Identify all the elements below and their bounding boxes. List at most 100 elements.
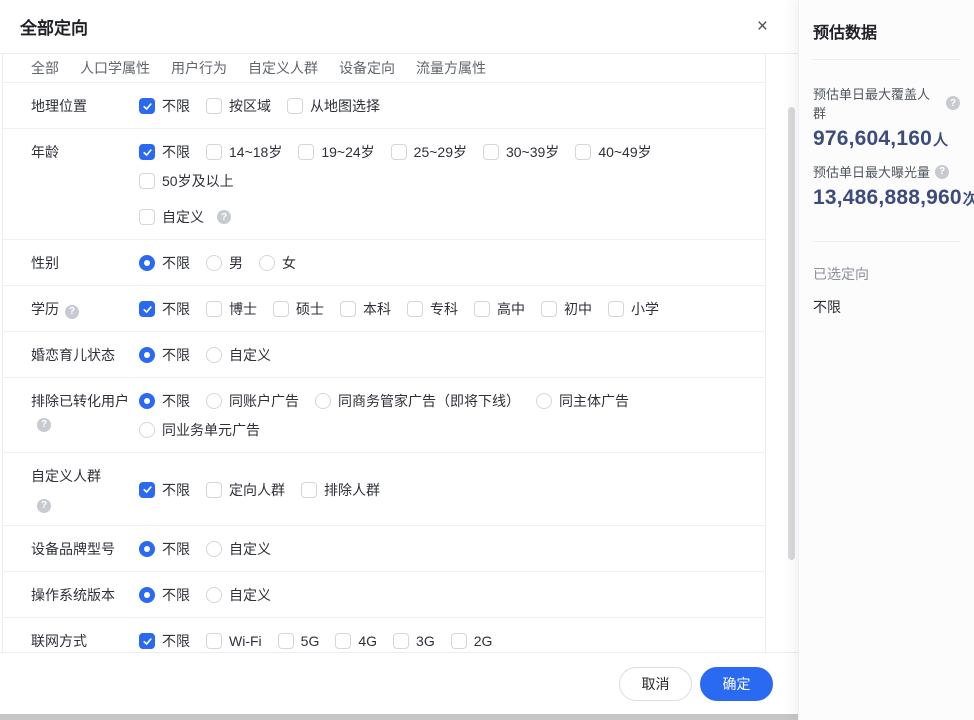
checkbox-icon[interactable] bbox=[139, 173, 155, 189]
gender-option[interactable]: 女 bbox=[259, 252, 296, 274]
radio-icon[interactable] bbox=[536, 393, 552, 409]
os-version-option[interactable]: 自定义 bbox=[206, 584, 271, 606]
geo-option[interactable]: 按区域 bbox=[206, 95, 271, 117]
education-option[interactable]: 硕士 bbox=[273, 298, 324, 320]
checkbox-icon[interactable] bbox=[335, 633, 351, 649]
education-option[interactable]: 不限 bbox=[139, 298, 190, 320]
network-option[interactable]: 3G bbox=[393, 630, 435, 652]
radio-checked-icon[interactable] bbox=[139, 587, 155, 603]
checkbox-checked-icon[interactable] bbox=[139, 301, 155, 317]
radio-icon[interactable] bbox=[206, 347, 222, 363]
exclude-converted-option[interactable]: 同业务单元广告 bbox=[139, 419, 260, 441]
tab-0[interactable]: 全部 bbox=[31, 58, 59, 78]
checkbox-icon[interactable] bbox=[298, 144, 314, 160]
age-option[interactable]: 25~29岁 bbox=[391, 141, 467, 163]
age-option[interactable]: 不限 bbox=[139, 141, 190, 163]
custom-audience-option[interactable]: 定向人群 bbox=[206, 479, 285, 501]
exclude-converted-option[interactable]: 同商务管家广告（即将下线） bbox=[315, 390, 520, 412]
checkbox-icon[interactable] bbox=[206, 98, 222, 114]
gender-option[interactable]: 男 bbox=[206, 252, 243, 274]
checkbox-checked-icon[interactable] bbox=[139, 482, 155, 498]
radio-icon[interactable] bbox=[206, 393, 222, 409]
help-icon[interactable]: ? bbox=[946, 96, 960, 110]
radio-checked-icon[interactable] bbox=[139, 255, 155, 271]
network-option[interactable]: 4G bbox=[335, 630, 377, 652]
checkbox-icon[interactable] bbox=[393, 633, 409, 649]
geo-option[interactable]: 从地图选择 bbox=[287, 95, 380, 117]
help-icon[interactable]: ? bbox=[37, 418, 51, 432]
education-option[interactable]: 专科 bbox=[407, 298, 458, 320]
help-icon[interactable]: ? bbox=[65, 305, 79, 319]
device-brand-option[interactable]: 不限 bbox=[139, 538, 190, 560]
network-option[interactable]: 5G bbox=[278, 630, 320, 652]
scrollbar-thumb[interactable] bbox=[788, 107, 795, 560]
radio-checked-icon[interactable] bbox=[139, 393, 155, 409]
age-option[interactable]: 40~49岁 bbox=[575, 141, 651, 163]
exclude-converted-option[interactable]: 同账户广告 bbox=[206, 390, 299, 412]
age-option[interactable]: 14~18岁 bbox=[206, 141, 282, 163]
radio-icon[interactable] bbox=[206, 255, 222, 271]
education-option[interactable]: 高中 bbox=[474, 298, 525, 320]
radio-icon[interactable] bbox=[259, 255, 275, 271]
checkbox-icon[interactable] bbox=[474, 301, 490, 317]
marital-option[interactable]: 自定义 bbox=[206, 344, 271, 366]
education-option[interactable]: 初中 bbox=[541, 298, 592, 320]
checkbox-icon[interactable] bbox=[278, 633, 294, 649]
close-icon[interactable]: × bbox=[751, 15, 774, 38]
tab-1[interactable]: 人口学属性 bbox=[80, 58, 150, 78]
marital-option[interactable]: 不限 bbox=[139, 344, 190, 366]
custom-audience-option[interactable]: 不限 bbox=[139, 479, 190, 501]
network-option[interactable]: 2G bbox=[451, 630, 493, 652]
education-option[interactable]: 小学 bbox=[608, 298, 659, 320]
education-option[interactable]: 本科 bbox=[340, 298, 391, 320]
help-icon[interactable]: ? bbox=[37, 499, 51, 513]
checkbox-icon[interactable] bbox=[206, 301, 222, 317]
radio-icon[interactable] bbox=[315, 393, 331, 409]
checkbox-icon[interactable] bbox=[273, 301, 289, 317]
age-option[interactable]: 19~24岁 bbox=[298, 141, 374, 163]
checkbox-icon[interactable] bbox=[206, 482, 222, 498]
help-icon[interactable]: ? bbox=[935, 165, 949, 179]
gender-option[interactable]: 不限 bbox=[139, 252, 190, 274]
checkbox-icon[interactable] bbox=[407, 301, 423, 317]
confirm-button[interactable]: 确定 bbox=[700, 667, 773, 701]
checkbox-icon[interactable] bbox=[287, 98, 303, 114]
checkbox-icon[interactable] bbox=[301, 482, 317, 498]
checkbox-icon[interactable] bbox=[206, 633, 222, 649]
checkbox-checked-icon[interactable] bbox=[139, 633, 155, 649]
checkbox-icon[interactable] bbox=[483, 144, 499, 160]
checkbox-icon[interactable] bbox=[541, 301, 557, 317]
geo-option[interactable]: 不限 bbox=[139, 95, 190, 117]
cancel-button[interactable]: 取消 bbox=[619, 667, 692, 701]
radio-icon[interactable] bbox=[206, 541, 222, 557]
age-option[interactable]: 30~39岁 bbox=[483, 141, 559, 163]
device-brand-option[interactable]: 自定义 bbox=[206, 538, 271, 560]
tab-2[interactable]: 用户行为 bbox=[171, 58, 227, 78]
checkbox-icon[interactable] bbox=[391, 144, 407, 160]
checkbox-checked-icon[interactable] bbox=[139, 98, 155, 114]
help-icon[interactable]: ? bbox=[217, 210, 231, 224]
radio-checked-icon[interactable] bbox=[139, 541, 155, 557]
radio-icon[interactable] bbox=[206, 587, 222, 603]
tab-4[interactable]: 设备定向 bbox=[339, 58, 395, 78]
network-option[interactable]: Wi-Fi bbox=[206, 630, 262, 652]
checkbox-icon[interactable] bbox=[451, 633, 467, 649]
education-option[interactable]: 博士 bbox=[206, 298, 257, 320]
os-version-option[interactable]: 不限 bbox=[139, 584, 190, 606]
checkbox-icon[interactable] bbox=[139, 209, 155, 225]
network-option[interactable]: 不限 bbox=[139, 630, 190, 652]
exclude-converted-option[interactable]: 不限 bbox=[139, 390, 190, 412]
custom-audience-option[interactable]: 排除人群 bbox=[301, 479, 380, 501]
radio-icon[interactable] bbox=[139, 422, 155, 438]
checkbox-checked-icon[interactable] bbox=[139, 144, 155, 160]
tab-3[interactable]: 自定义人群 bbox=[248, 58, 318, 78]
tab-5[interactable]: 流量方属性 bbox=[416, 58, 486, 78]
age-option[interactable]: 自定义? bbox=[139, 206, 231, 228]
radio-checked-icon[interactable] bbox=[139, 347, 155, 363]
checkbox-icon[interactable] bbox=[340, 301, 356, 317]
checkbox-icon[interactable] bbox=[206, 144, 222, 160]
exclude-converted-option[interactable]: 同主体广告 bbox=[536, 390, 629, 412]
age-option[interactable]: 50岁及以上 bbox=[139, 170, 234, 192]
checkbox-icon[interactable] bbox=[575, 144, 591, 160]
checkbox-icon[interactable] bbox=[608, 301, 624, 317]
